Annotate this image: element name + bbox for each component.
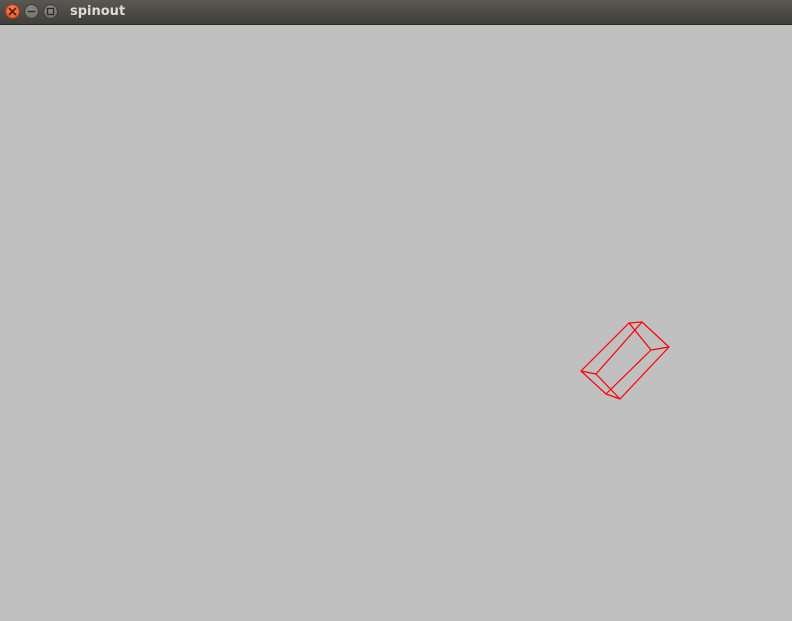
window-title: spinout [70, 4, 126, 19]
close-icon [8, 7, 17, 16]
box-bottom-face [580, 370, 621, 400]
box-top-face [628, 321, 670, 351]
app-window: spinout [0, 0, 792, 621]
box-edge [605, 349, 652, 395]
minimize-button[interactable] [24, 4, 39, 19]
wireframe-box [580, 321, 670, 400]
title-bar[interactable]: spinout [0, 0, 792, 25]
render-canvas[interactable] [0, 25, 792, 621]
wireframe-box-drawing [580, 321, 670, 400]
minimize-icon [27, 10, 36, 13]
close-button[interactable] [5, 4, 20, 19]
maximize-icon [46, 7, 55, 16]
maximize-button[interactable] [43, 4, 58, 19]
